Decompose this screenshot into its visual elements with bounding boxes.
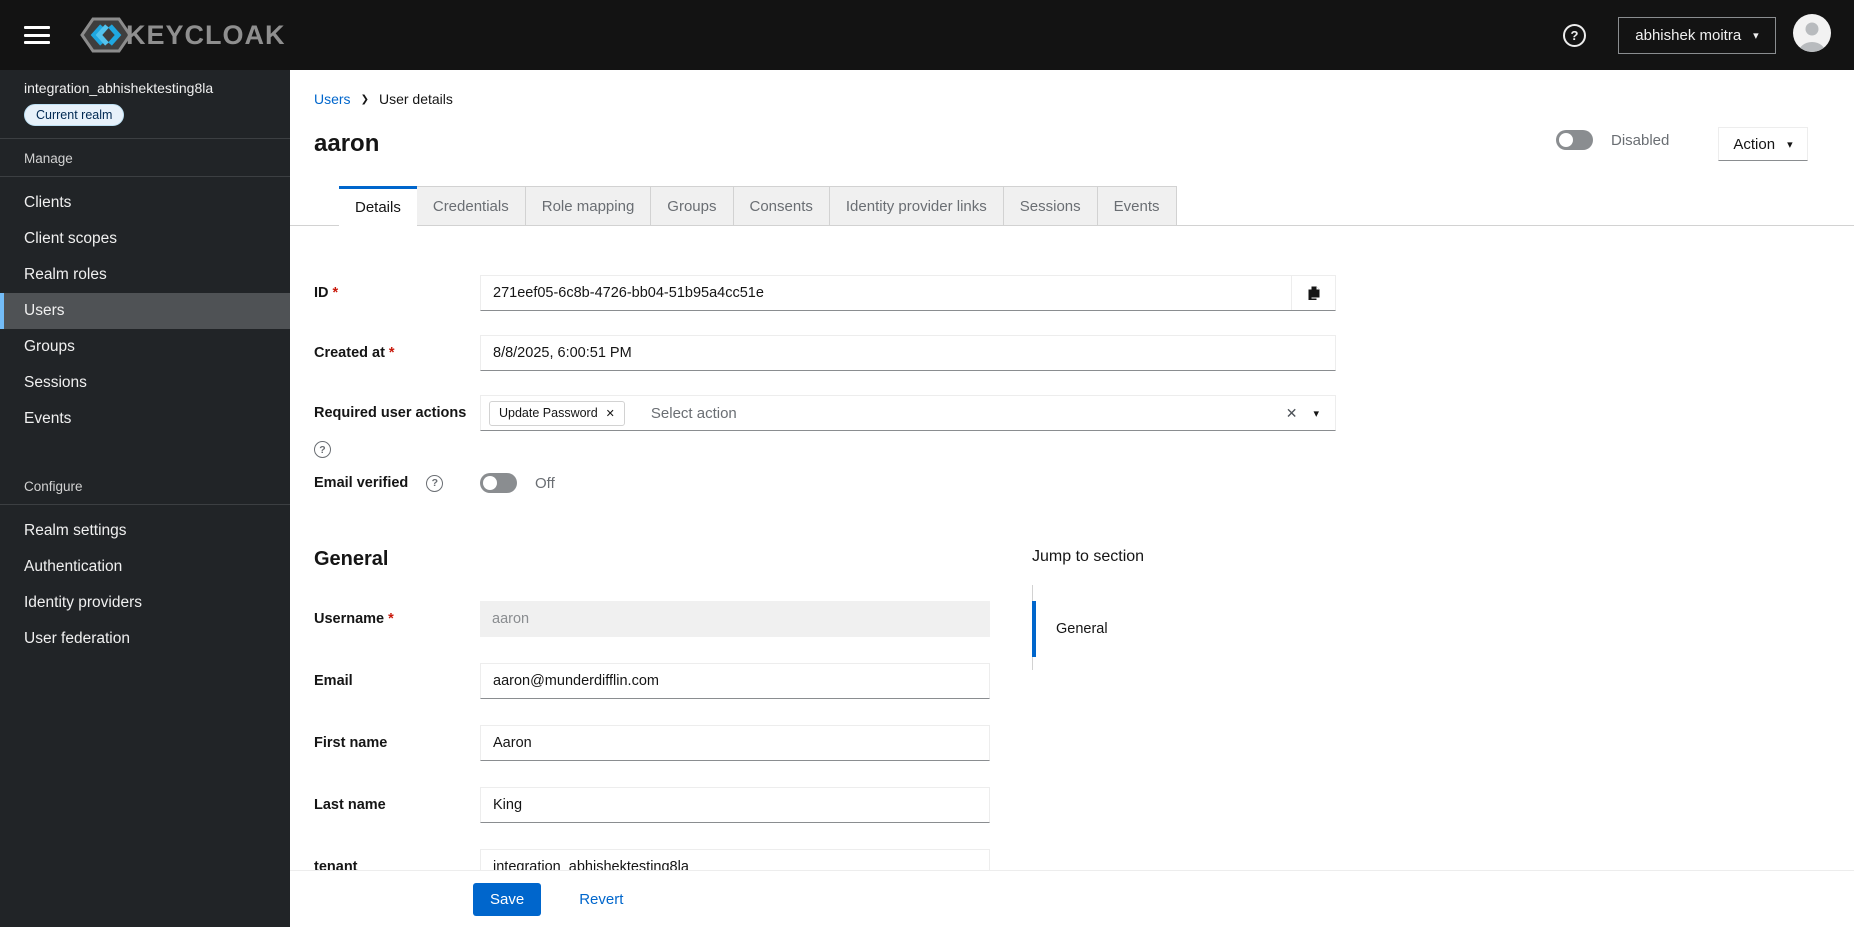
copy-id-button[interactable] bbox=[1291, 276, 1335, 310]
action-dropdown-label: Action bbox=[1733, 135, 1776, 153]
breadcrumb: Users ❯ User details bbox=[314, 91, 453, 107]
update-password-chip: Update Password ✕ bbox=[489, 400, 625, 426]
created-at-label: Created at * bbox=[314, 345, 395, 361]
sidebar-item-groups[interactable]: Groups bbox=[0, 329, 290, 365]
tab-consents[interactable]: Consents bbox=[733, 186, 830, 226]
required-marker: * bbox=[388, 345, 395, 361]
sidebar-item-realm-roles[interactable]: Realm roles bbox=[0, 257, 290, 293]
breadcrumb-users-link[interactable]: Users bbox=[314, 91, 351, 107]
tab-sessions[interactable]: Sessions bbox=[1003, 186, 1098, 226]
help-icon[interactable]: ? bbox=[314, 441, 331, 458]
sidebar-item-clients[interactable]: Clients bbox=[0, 185, 290, 221]
enabled-toggle[interactable] bbox=[1556, 130, 1593, 150]
help-icon[interactable]: ? bbox=[426, 474, 444, 492]
nav-section-manage: Manage bbox=[0, 139, 290, 177]
nav-toggle-hamburger-icon[interactable] bbox=[24, 22, 50, 49]
help-icon[interactable]: ? bbox=[1563, 23, 1586, 47]
required-marker: * bbox=[332, 285, 339, 301]
user-menu-dropdown[interactable]: abhishek moitra ▾ bbox=[1618, 16, 1776, 54]
copy-icon bbox=[1308, 286, 1319, 300]
sidebar-item-authentication[interactable]: Authentication bbox=[0, 549, 290, 585]
required-marker: * bbox=[388, 611, 394, 627]
tab-credentials[interactable]: Credentials bbox=[416, 186, 526, 226]
id-input[interactable] bbox=[481, 276, 1291, 310]
username-label: Username * bbox=[314, 611, 394, 627]
last-name-label: Last name bbox=[314, 797, 386, 813]
sidebar-item-client-scopes[interactable]: Client scopes bbox=[0, 221, 290, 257]
enabled-toggle-label: Disabled bbox=[1611, 131, 1670, 149]
save-button[interactable]: Save bbox=[473, 882, 542, 916]
user-menu-label: abhishek moitra bbox=[1635, 26, 1742, 44]
required-user-actions-label: Required user actions ? bbox=[314, 395, 480, 458]
email-label: Email bbox=[314, 673, 353, 689]
created-at-input[interactable] bbox=[481, 336, 1335, 370]
id-label: ID * bbox=[314, 285, 339, 301]
general-section-heading: General bbox=[314, 548, 389, 570]
sidebar-item-identity-providers[interactable]: Identity providers bbox=[0, 585, 290, 621]
tab-events[interactable]: Events bbox=[1097, 186, 1177, 226]
page-title: aaron bbox=[314, 130, 380, 157]
realm-name: integration_abhishektesting8la bbox=[24, 80, 214, 96]
tab-identity-provider-links[interactable]: Identity provider links bbox=[829, 186, 1004, 226]
select-action-placeholder: Select action bbox=[650, 404, 737, 422]
sidebar-item-events[interactable]: Events bbox=[0, 401, 290, 437]
action-dropdown[interactable]: Action ▾ bbox=[1718, 127, 1808, 161]
main-content: Users ❯ User details aaron Disabled Acti… bbox=[290, 70, 1854, 927]
first-name-input[interactable] bbox=[481, 726, 989, 760]
last-name-input[interactable] bbox=[481, 788, 989, 822]
masthead: KEYCLOAK ? abhishek moitra ▾ bbox=[0, 0, 1854, 70]
chevron-down-icon: ▾ bbox=[1787, 138, 1793, 151]
sidebar-item-sessions[interactable]: Sessions bbox=[0, 365, 290, 401]
breadcrumb-current: User details bbox=[378, 91, 453, 107]
jump-to-section-heading: Jump to section bbox=[1032, 548, 1145, 565]
sidebar-item-users[interactable]: Users bbox=[0, 293, 290, 329]
nav-section-configure: Configure bbox=[0, 467, 290, 505]
sidebar-item-realm-settings[interactable]: Realm settings bbox=[0, 513, 290, 549]
username-input bbox=[480, 601, 990, 637]
avatar bbox=[1793, 13, 1831, 57]
form-actions-footer: Save Revert bbox=[290, 870, 1854, 927]
required-user-actions-select[interactable]: Update Password ✕ Select action ✕ ▾ bbox=[480, 395, 1336, 431]
chevron-right-icon: ❯ bbox=[360, 93, 369, 105]
email-verified-state: Off bbox=[535, 474, 555, 492]
email-verified-label: Email verified ? bbox=[314, 473, 480, 493]
tab-details[interactable]: Details bbox=[339, 186, 417, 226]
revert-link[interactable]: Revert bbox=[579, 891, 623, 908]
keycloak-hexagon-icon bbox=[80, 17, 132, 53]
remove-chip-icon[interactable]: ✕ bbox=[606, 407, 615, 420]
keycloak-wordmark: KEYCLOAK bbox=[126, 19, 286, 50]
chevron-down-icon[interactable]: ▾ bbox=[1307, 407, 1335, 420]
first-name-label: First name bbox=[314, 735, 388, 751]
user-detail-tabs: Details Credentials Role mapping Groups … bbox=[290, 186, 1854, 226]
jump-to-section-nav: General bbox=[1032, 585, 1252, 670]
sidebar-item-user-federation[interactable]: User federation bbox=[0, 621, 290, 657]
current-realm-badge: Current realm bbox=[24, 104, 125, 126]
email-input[interactable] bbox=[481, 664, 989, 698]
tab-groups[interactable]: Groups bbox=[651, 186, 734, 226]
tab-role-mapping[interactable]: Role mapping bbox=[525, 186, 652, 226]
realm-selector[interactable]: integration_abhishektesting8la Current r… bbox=[0, 70, 290, 139]
email-verified-toggle[interactable] bbox=[480, 473, 517, 493]
clear-selection-icon[interactable]: ✕ bbox=[1276, 405, 1308, 422]
sidebar-nav: integration_abhishektesting8la Current r… bbox=[0, 70, 290, 927]
chevron-down-icon: ▾ bbox=[1753, 29, 1759, 42]
jump-item-general[interactable]: General bbox=[1032, 601, 1252, 657]
keycloak-logo[interactable]: KEYCLOAK bbox=[80, 13, 286, 57]
